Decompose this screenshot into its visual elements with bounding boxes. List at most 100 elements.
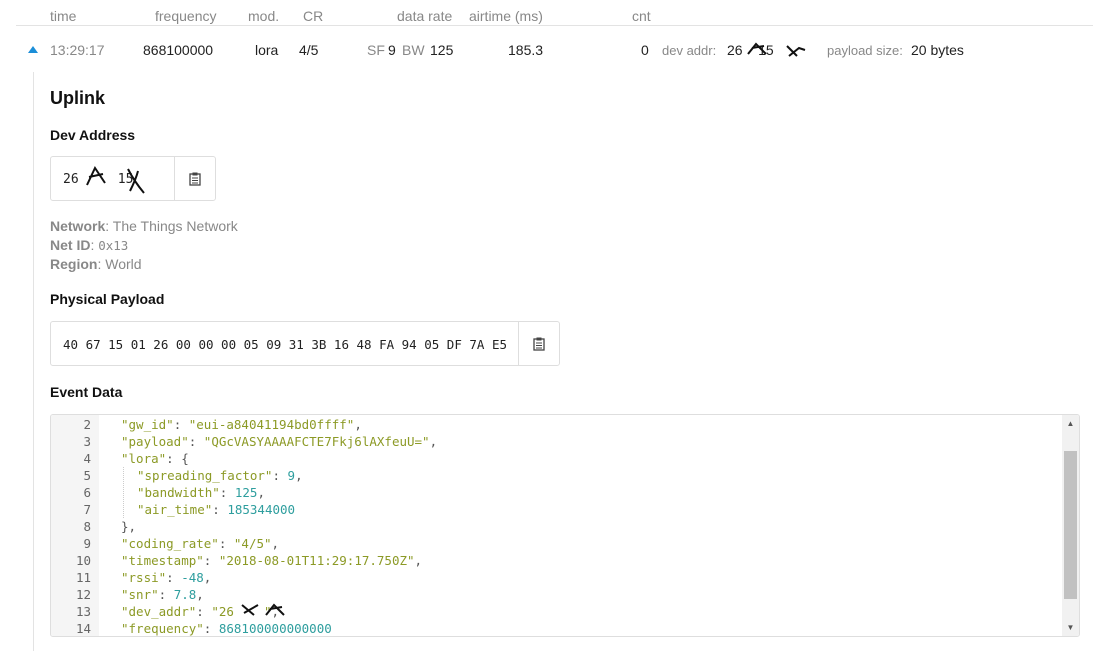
code-text: "rssi": -48,: [121, 569, 211, 586]
json-tail: ,: [414, 553, 423, 568]
json-tail: ,: [271, 536, 280, 551]
region-line: Region: World: [50, 256, 142, 272]
dev-address-field: 26 15: [50, 156, 216, 201]
code-lines[interactable]: 2 "gw_id": "eui-a84041194bd0ffff", 3 "paylo…: [51, 416, 1061, 636]
json-sep: :: [166, 570, 182, 585]
payload-size-value: 20 bytes: [911, 42, 964, 58]
msg-bw-value: 125: [430, 42, 454, 58]
code-line: 8},: [51, 518, 1061, 535]
code-line: 2 "gw_id": "eui-a84041194bd0ffff",: [51, 416, 1061, 433]
region-label: Region: [50, 256, 98, 272]
code-text: },: [121, 518, 136, 535]
network-line: Network: The Things Network: [50, 218, 238, 234]
uplink-detail-panel: Uplink Dev Address 26 15 Network: The Th…: [33, 72, 1093, 651]
json-val: 125: [234, 485, 258, 500]
json-tail: ,: [295, 468, 303, 483]
line-number: 6: [83, 485, 91, 500]
line-number: 13: [75, 604, 91, 619]
msg-sf-value: 9: [388, 42, 396, 58]
line-number: 7: [83, 502, 91, 517]
code-text: "coding_rate": "4/5",: [121, 535, 279, 552]
msg-modulation: lora: [255, 42, 279, 58]
json-val: "QGcVASYAAAAFCTE7Fkj6lAXfeuU=": [203, 434, 430, 449]
json-val: "eui-a84041194bd0ffff": [188, 417, 355, 432]
dev-address-heading: Dev Address: [50, 127, 136, 143]
msg-cnt: 0: [641, 42, 649, 58]
copy-payload-button[interactable]: [519, 322, 559, 365]
column-headers: time frequency mod. CR data rate airtime…: [0, 0, 1093, 26]
line-number: 2: [83, 417, 91, 432]
json-key: "dev_addr": [121, 604, 197, 619]
copy-dev-address-button[interactable]: [175, 157, 215, 200]
json-sep: :: [203, 621, 219, 636]
code-line: 12 "snr": 7.8,: [51, 586, 1061, 603]
scrollbar-thumb[interactable]: [1064, 451, 1077, 599]
col-airtime: airtime (ms): [469, 8, 543, 24]
col-frequency: frequency: [155, 8, 217, 24]
json-key: "coding_rate": [121, 536, 219, 551]
json-tail: ,: [196, 587, 204, 602]
json-val: 9: [287, 468, 296, 483]
scroll-up-button[interactable]: ▲: [1062, 415, 1079, 432]
json-key: "air_time": [137, 502, 213, 517]
physical-payload-heading: Physical Payload: [50, 291, 165, 307]
code-line: 6 "bandwidth": 125,: [51, 484, 1061, 501]
json-val: 868100000000000: [218, 621, 332, 636]
json-key: "rssi": [121, 570, 167, 585]
json-tail: ,: [257, 485, 265, 500]
json-key: "bandwidth": [137, 485, 220, 500]
physical-payload-field: 40 67 15 01 26 00 00 00 05 09 31 3B 16 4…: [50, 321, 560, 366]
col-time: time: [50, 8, 77, 24]
triangle-up-icon: ▲: [1066, 419, 1075, 428]
json-val: 7.8: [173, 587, 197, 602]
msg-frequency: 868100000: [143, 42, 214, 58]
code-text: "dev_addr": "26 ",: [121, 603, 279, 620]
net-id-line: Net ID: 0x13: [50, 237, 128, 253]
json-sep: :: [158, 587, 174, 602]
event-data-editor[interactable]: 2 "gw_id": "eui-a84041194bd0ffff", 3 "paylo…: [50, 414, 1080, 637]
editor-scrollbar[interactable]: ▲ ▼: [1062, 415, 1079, 636]
net-id-label: Net ID: [50, 237, 91, 253]
network-value: : The Things Network: [105, 218, 238, 234]
line-number: 14: [75, 621, 91, 636]
message-row[interactable]: 13:29:17 868100000 lora 4/5 SF 9 BW 125 …: [16, 26, 1093, 72]
col-mod: mod.: [248, 8, 280, 24]
caret-up-icon[interactable]: [28, 46, 38, 53]
code-text: "spreading_factor": 9,: [137, 467, 303, 484]
json-val: "4/5": [233, 536, 272, 551]
json-tail: ,: [354, 417, 362, 432]
clipboard-icon: [189, 172, 201, 186]
code-text: "snr": 7.8,: [121, 586, 204, 603]
json-sep: :: [196, 604, 212, 619]
json-val: "2018-08-01T11:29:17.750Z": [218, 553, 415, 568]
col-cnt: cnt: [632, 8, 651, 24]
json-key: "timestamp": [121, 553, 204, 568]
code-line: 9 "coding_rate": "4/5",: [51, 535, 1061, 552]
json-sep: :: [203, 553, 219, 568]
line-number: 4: [83, 451, 91, 466]
json-val: {: [181, 451, 189, 466]
json-sep: :: [173, 417, 189, 432]
code-text: "payload": "QGcVASYAAAAFCTE7Fkj6lAXfeuU=…: [121, 433, 437, 450]
col-cr: CR: [303, 8, 324, 24]
json-key: "lora": [121, 451, 167, 466]
network-label: Network: [50, 218, 106, 234]
code-text: "frequency": 868100000000000: [121, 620, 332, 636]
scroll-down-button[interactable]: ▼: [1062, 619, 1079, 636]
line-number: 8: [83, 519, 91, 534]
json-key: "spreading_factor": [137, 468, 273, 483]
line-number: 11: [75, 570, 91, 585]
event-data-heading: Event Data: [50, 384, 123, 400]
line-number: 12: [75, 587, 91, 602]
json-tail: ,: [271, 604, 280, 619]
json-sep: :: [218, 536, 234, 551]
msg-airtime: 185.3: [508, 42, 544, 58]
code-text: "air_time": 185344000: [137, 501, 295, 518]
json-key: "snr": [121, 587, 159, 602]
indent-guide: [123, 467, 124, 518]
code-text: "bandwidth": 125,: [137, 484, 265, 501]
code-text: "gw_id": "eui-a84041194bd0ffff",: [121, 416, 362, 433]
json-sep: :: [212, 502, 228, 517]
line-number: 10: [75, 553, 91, 568]
triangle-down-icon: ▼: [1066, 623, 1075, 632]
